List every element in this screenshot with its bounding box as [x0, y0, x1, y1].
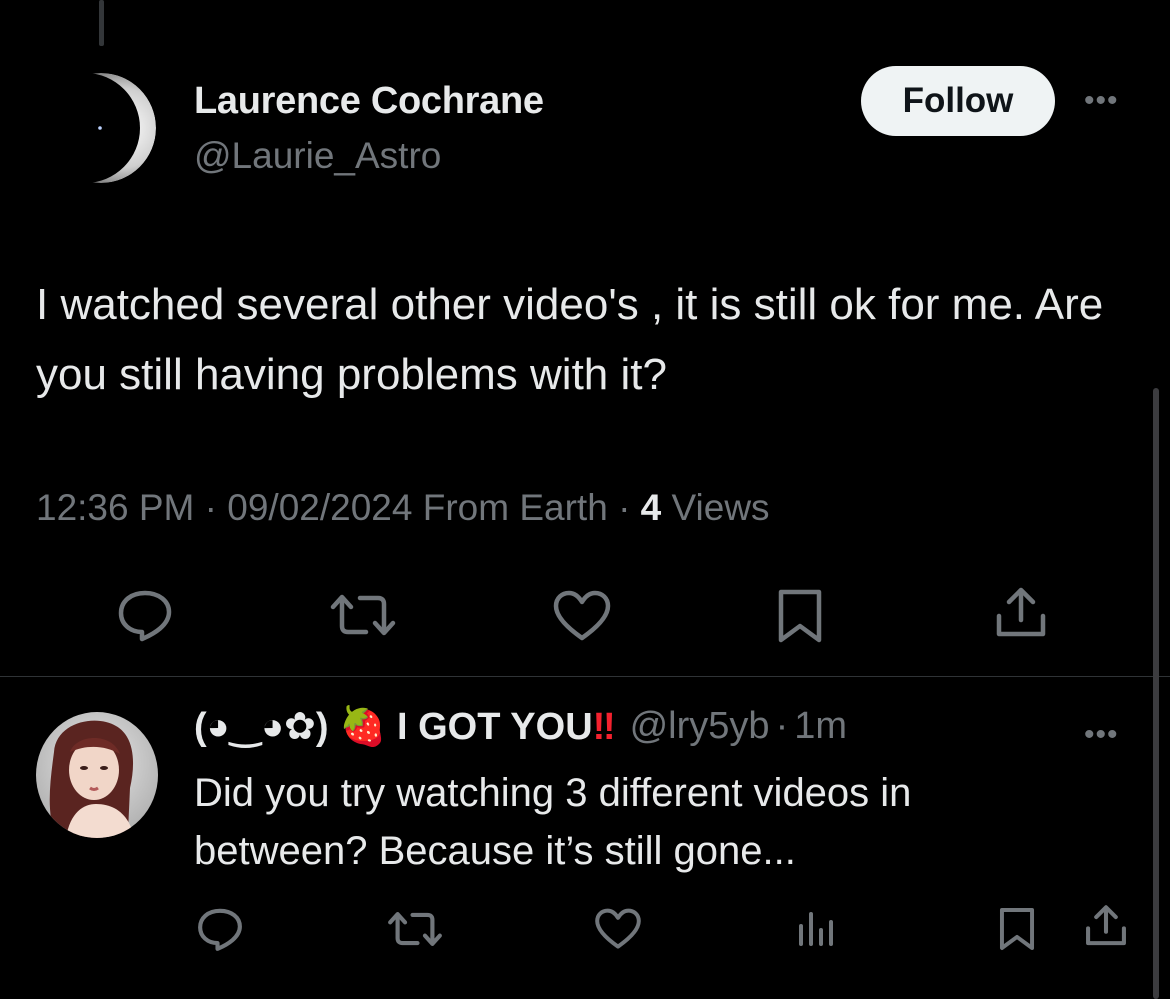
meta-separator: · [618, 487, 631, 528]
crescent-moon-image [45, 70, 157, 186]
reply-like-button[interactable] [594, 908, 642, 950]
bookmark-icon [999, 908, 1035, 950]
follow-button[interactable]: Follow [861, 66, 1055, 136]
analytics-icon [799, 912, 833, 946]
reply-analytics-button[interactable] [796, 908, 836, 948]
views-label[interactable]: Views [672, 487, 770, 528]
reply-separator: · [775, 705, 789, 747]
reply-header: (◕‿◕✿) 🍓 I GOT YOU‼ @lry5yb · 1m [194, 704, 847, 749]
share-icon [996, 587, 1046, 637]
reply-time[interactable]: 1m [794, 705, 847, 748]
like-button[interactable] [552, 590, 612, 642]
like-icon [553, 590, 611, 641]
tweet-text: I watched several other video's , it is … [36, 280, 1104, 399]
retweet-button[interactable] [328, 590, 398, 640]
reply-bookmark-button[interactable] [998, 906, 1036, 952]
thread-connector-line [99, 0, 104, 46]
retweet-icon [330, 594, 396, 636]
reply-author-handle[interactable]: @lry5yb [630, 705, 770, 748]
views-count: 4 [640, 487, 662, 528]
meta-separator: · [204, 487, 217, 528]
tweet-time: 12:36 PM [36, 487, 195, 528]
reply-author-avatar[interactable] [36, 712, 158, 838]
author-name[interactable]: Laurence Cochrane [194, 80, 544, 123]
share-icon [1086, 905, 1126, 946]
profile-photo-image [36, 712, 158, 838]
scrollbar[interactable] [1153, 388, 1159, 999]
more-options-icon[interactable]: ••• [1084, 84, 1119, 118]
reply-retweet-button[interactable] [386, 908, 444, 950]
bookmark-icon [778, 589, 822, 643]
reply-icon [198, 908, 242, 951]
retweet-icon [388, 912, 442, 946]
strawberry-emoji-icon: 🍓 [339, 706, 387, 748]
reply-reply-button[interactable] [196, 906, 244, 952]
tweet-date: 09/02/2024 [227, 487, 413, 528]
author-handle[interactable]: @Laurie_Astro [194, 135, 441, 177]
reply-name-kaomoji: (◕‿◕✿) [194, 706, 329, 748]
like-icon [595, 908, 641, 949]
reply-author-name[interactable]: (◕‿◕✿) 🍓 I GOT YOU‼ [194, 704, 616, 749]
share-button[interactable] [994, 586, 1048, 640]
reply-text: Did you try watching 3 different videos … [194, 771, 912, 873]
double-exclamation-icon: ‼ [592, 706, 616, 748]
tweet-source: From Earth [422, 487, 608, 528]
reply-button[interactable] [116, 588, 174, 642]
divider [0, 676, 1170, 677]
tweet-metadata: 12:36 PM · 09/02/2024 From Earth · 4 Vie… [36, 487, 770, 529]
bookmark-button[interactable] [776, 588, 824, 644]
reply-name-text: I GOT YOU [396, 706, 593, 748]
author-avatar[interactable] [45, 70, 157, 186]
reply-icon [118, 590, 172, 642]
reply-share-button[interactable] [1084, 904, 1128, 948]
reply-more-options-icon[interactable]: ••• [1084, 718, 1119, 752]
